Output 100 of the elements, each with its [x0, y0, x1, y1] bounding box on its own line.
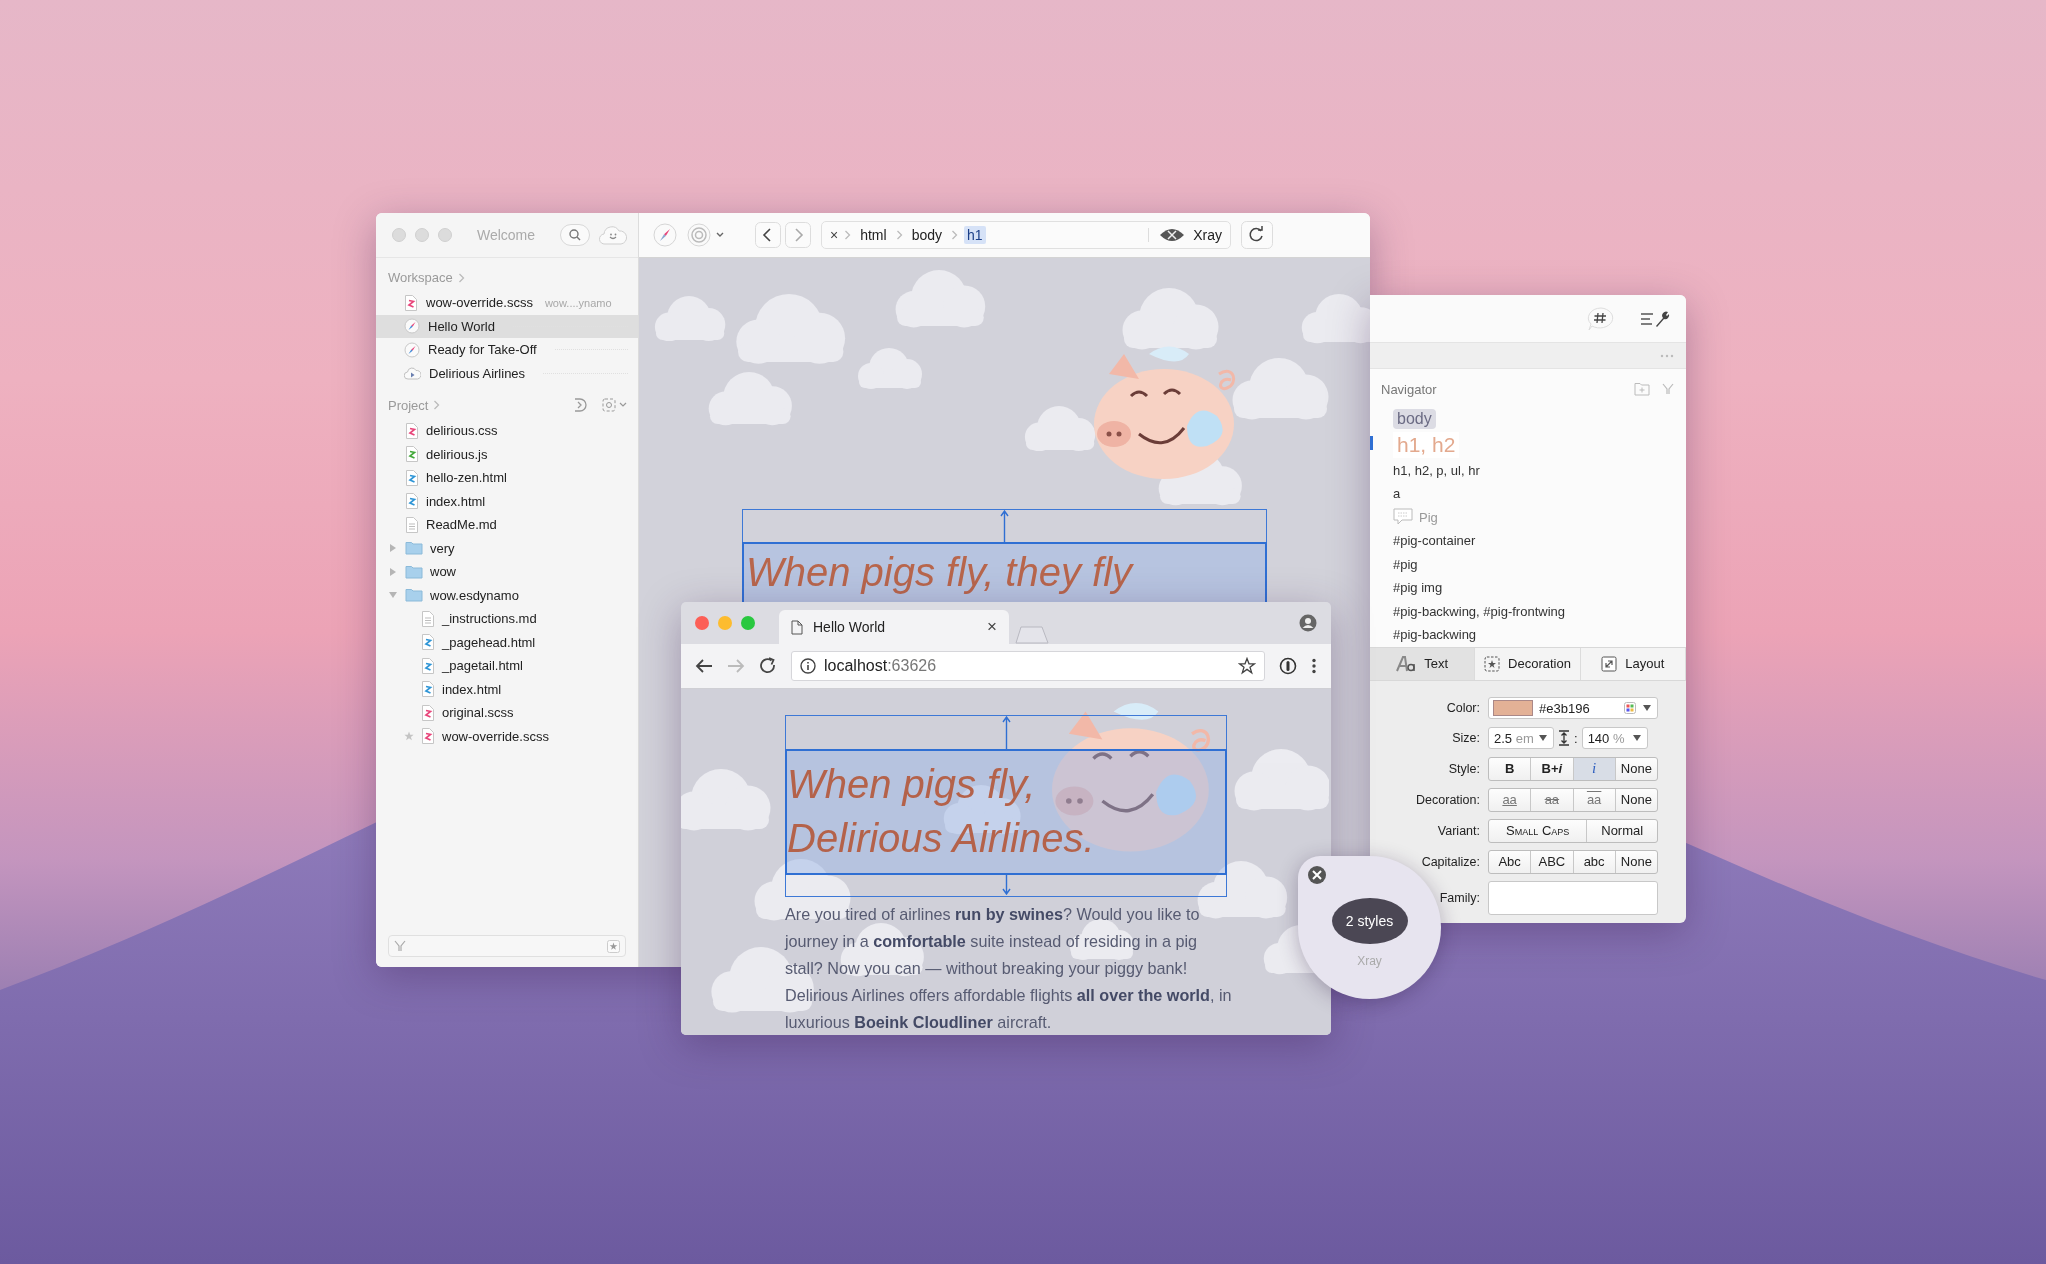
breadcrumb-item[interactable]: h1 [964, 226, 986, 244]
window-control[interactable] [695, 616, 709, 630]
palette-icon[interactable] [1624, 702, 1636, 714]
dropdown-arrow-icon[interactable] [1642, 704, 1652, 712]
folder-icon [405, 564, 423, 579]
workspace-item[interactable]: wow-override.scss wow....ynamo [376, 291, 638, 315]
close-tab-button[interactable]: × [987, 617, 997, 637]
hash-button[interactable] [1586, 306, 1616, 331]
file-item[interactable]: _pagetail.html [376, 654, 638, 678]
bookmark-star-icon[interactable] [1238, 657, 1256, 675]
segment-button[interactable]: None [1615, 788, 1657, 811]
inspector-tab[interactable]: Layout [1580, 647, 1686, 680]
file-item[interactable]: index.html [376, 489, 638, 513]
forward-icon[interactable] [727, 658, 745, 674]
style-rule[interactable]: #pig-backwing [1381, 623, 1674, 647]
compass-button[interactable] [653, 223, 677, 247]
disclosure-triangle-icon[interactable] [388, 543, 398, 554]
file-item[interactable]: hello-zen.html [376, 466, 638, 490]
reload-icon[interactable] [759, 657, 777, 675]
file-item[interactable]: delirious.js [376, 442, 638, 466]
reload-button[interactable] [1241, 221, 1273, 249]
close-icon [1311, 869, 1323, 881]
file-item[interactable]: _pagehead.html [376, 630, 638, 654]
segment-button[interactable]: aa [1573, 788, 1616, 811]
window-control[interactable] [438, 228, 452, 242]
inspector-tab[interactable]: Decoration [1475, 647, 1581, 680]
segment-button[interactable]: None [1615, 850, 1657, 873]
workspace-item[interactable]: Ready for Take-Off [376, 338, 638, 362]
folder-icon [405, 541, 423, 556]
style-rule[interactable]: #pig-container [1381, 529, 1674, 553]
extension-icon[interactable] [1279, 657, 1297, 675]
workspace-item[interactable]: Hello World [376, 314, 638, 338]
folder-item[interactable]: wow [376, 560, 638, 584]
segment-button[interactable]: Normal [1587, 819, 1657, 842]
window-control[interactable] [718, 616, 732, 630]
segment-button[interactable]: ABC [1531, 850, 1574, 873]
line-height-dropdown[interactable]: 140 % [1581, 727, 1648, 749]
style-rule[interactable]: a [1381, 482, 1674, 506]
clear-button[interactable]: × [830, 227, 839, 243]
style-rule[interactable]: h1, h2, p, ul, hr [1381, 458, 1674, 482]
file-item[interactable]: wow-override.scss [376, 724, 638, 748]
style-rule[interactable]: #pig [1381, 552, 1674, 576]
property-label: Decoration: [1415, 792, 1480, 807]
color-swatch[interactable] [1493, 700, 1533, 716]
file-item[interactable]: original.scss [376, 701, 638, 725]
window-control[interactable] [741, 616, 755, 630]
file-item[interactable]: _instructions.md [376, 607, 638, 631]
file-item[interactable]: ReadMe.md [376, 513, 638, 537]
segment-button[interactable]: aa [1489, 788, 1532, 811]
folder-item[interactable]: very [376, 536, 638, 560]
forward-button[interactable] [785, 222, 811, 248]
breadcrumb-item[interactable]: html [857, 226, 890, 244]
segment-button[interactable]: Abc [1489, 850, 1532, 873]
inspector-tab[interactable]: Text [1370, 647, 1476, 680]
more-icon[interactable] [1660, 353, 1674, 358]
style-rule[interactable]: #pig img [1381, 576, 1674, 600]
folder-item[interactable]: wow.esdynamo [376, 583, 638, 607]
segment-button[interactable]: B+i [1531, 757, 1574, 780]
window-control[interactable] [392, 228, 406, 242]
back-button[interactable] [755, 222, 781, 248]
style-rule[interactable]: body [1381, 407, 1674, 431]
segment-button[interactable]: B [1489, 757, 1532, 780]
style-rule[interactable]: #pig-backwing, #pig-frontwing [1381, 599, 1674, 623]
file-item[interactable]: delirious.css [376, 419, 638, 443]
segment-button[interactable]: i [1573, 757, 1616, 780]
page-icon [791, 619, 803, 635]
segment-button[interactable]: Small Caps [1489, 819, 1588, 842]
preview-icon[interactable] [572, 397, 588, 413]
xray-button[interactable]: Xray [1159, 227, 1222, 243]
window-control[interactable] [415, 228, 429, 242]
profile-icon[interactable] [1299, 614, 1317, 632]
file-name: wow-override.scss [426, 295, 533, 311]
segment-button[interactable]: None [1615, 757, 1657, 780]
disclosure-triangle-icon[interactable] [388, 566, 398, 577]
smiling-cloud-icon[interactable] [598, 224, 628, 246]
add-folder-icon[interactable] [1634, 382, 1650, 396]
size-dropdown[interactable]: 2.5 em [1488, 727, 1554, 749]
star-box-icon[interactable] [607, 939, 620, 953]
gear-icon[interactable] [602, 397, 628, 413]
file-item[interactable]: index.html [376, 677, 638, 701]
chevron-icon [951, 230, 958, 240]
filter-field[interactable] [388, 935, 626, 957]
font-family-field[interactable] [1488, 880, 1658, 915]
menu-icon[interactable] [1311, 658, 1317, 674]
list-wrench-icon[interactable] [1640, 309, 1670, 328]
back-icon[interactable] [695, 658, 713, 674]
window-title: Welcome [475, 227, 537, 243]
resize-icon [1601, 655, 1618, 672]
new-tab-button[interactable] [1015, 626, 1049, 644]
close-button[interactable] [1308, 866, 1326, 884]
info-icon[interactable] [800, 658, 816, 674]
breadcrumb-item[interactable]: body [908, 226, 945, 244]
address-field[interactable]: localhost:63626 [791, 651, 1265, 681]
browser-tab[interactable]: Hello World × [779, 610, 1009, 644]
segment-button[interactable]: aa [1531, 788, 1574, 811]
segment-button[interactable]: abc [1573, 850, 1616, 873]
workspace-item[interactable]: Delirious Airlines [376, 361, 638, 385]
filter-icon[interactable] [1662, 383, 1674, 395]
color-field[interactable]: #e3b196 [1488, 697, 1658, 719]
search-button[interactable] [560, 224, 590, 246]
